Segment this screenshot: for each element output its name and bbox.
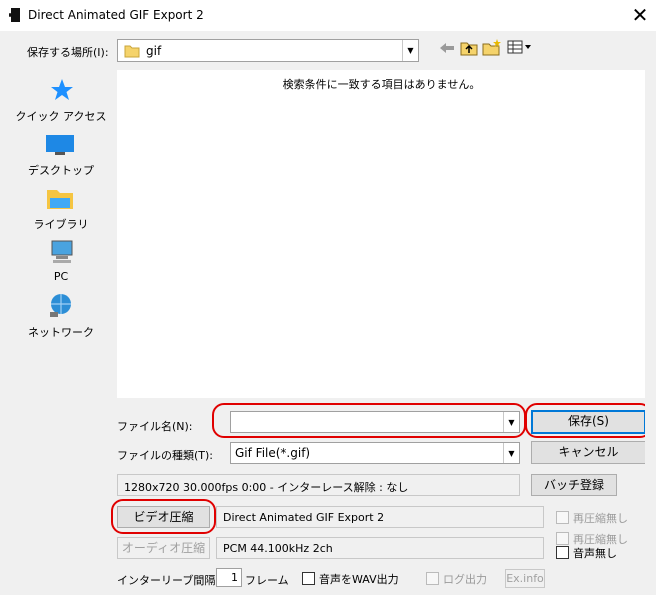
recompress-video-checkbox[interactable] [556,511,569,524]
up-folder-icon[interactable] [460,39,478,56]
place-desktop[interactable]: デスクトップ [12,128,110,178]
filetype-label: ファイルの種類(T): [117,449,214,462]
log-output-label: ログ出力 [443,573,487,586]
place-label: ネットワーク [28,326,94,339]
empty-message: 検索条件に一致する項目はありません。 [282,78,481,91]
interleave-unit: フレーム [245,574,289,587]
audio-compress-button[interactable]: オーディオ圧縮 [117,537,210,559]
filename-input[interactable]: ▼ [230,411,520,433]
place-label: クイック アクセス [15,110,107,123]
app-icon [9,8,20,22]
window-title: Direct Animated GIF Export 2 [28,8,204,22]
no-audio-label: 音声無し [573,547,617,560]
audio-codec-name: PCM 44.100kHz 2ch [216,537,544,559]
network-icon [50,294,71,317]
filetype-value: Gif File(*.gif) [235,446,311,460]
location-dropdown[interactable]: gif ▼ [117,39,419,62]
new-folder-icon[interactable] [482,38,502,56]
cancel-button[interactable]: キャンセル [531,441,646,464]
place-library[interactable]: ライブラリ [12,182,110,232]
video-stats: 1280x720 30.000fps 0:00 - インターレース解除 : なし [117,474,520,496]
place-network[interactable]: ネットワーク [12,290,110,340]
filename-label: ファイル名(N): [117,420,193,433]
save-button[interactable]: 保存(S) [531,410,646,434]
no-audio-checkbox[interactable] [556,546,569,559]
chevron-down-icon: ▼ [503,412,519,432]
location-label: 保存する場所(I): [27,46,109,59]
place-pc[interactable]: PC [12,236,110,286]
pc-icon [51,240,73,263]
video-codec-name: Direct Animated GIF Export 2 [216,506,544,528]
chevron-down-icon: ▼ [503,443,519,463]
file-list[interactable]: 検索条件に一致する項目はありません。 [117,70,646,398]
log-output-checkbox[interactable] [426,572,439,585]
interleave-input[interactable]: 1 [216,568,242,587]
place-label: デスクトップ [28,164,94,177]
close-icon[interactable]: ✕ [628,3,652,27]
window-scrollbar[interactable] [645,31,656,595]
chevron-down-icon: ▼ [402,40,418,61]
wav-output-checkbox[interactable] [302,572,315,585]
folder-icon [124,45,140,58]
view-menu-icon[interactable] [507,40,533,55]
star-icon [51,79,73,100]
wav-output-label: 音声をWAV出力 [319,573,399,586]
filetype-dropdown[interactable]: Gif File(*.gif) ▼ [230,442,520,464]
back-arrow-icon[interactable] [438,40,456,56]
batch-register-button[interactable]: バッチ登録 [531,474,617,496]
library-icon [47,190,73,209]
interleave-label: インターリーブ間隔 : [117,574,223,587]
recompress-audio-checkbox[interactable] [556,532,569,545]
location-value: gif [146,44,162,58]
place-label: ライブラリ [33,218,89,231]
desktop-icon [46,135,74,155]
video-compress-button[interactable]: ビデオ圧縮 [117,506,210,528]
exinfo-button[interactable]: Ex.info [505,569,545,588]
place-quick-access[interactable]: クイック アクセス [12,74,110,124]
recompress-video-label: 再圧縮無し [573,512,628,525]
place-label: PC [53,270,69,283]
